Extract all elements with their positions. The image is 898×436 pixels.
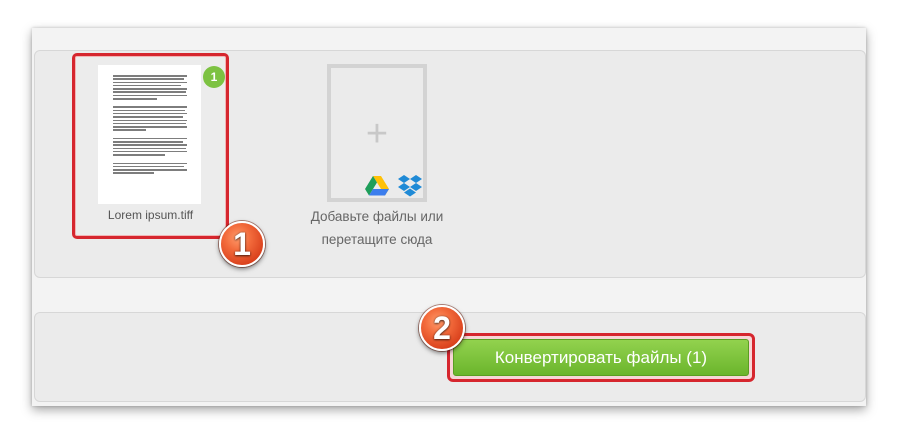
plus-icon: + — [365, 113, 389, 155]
add-files-hint-line2: перетащите сюда — [321, 232, 433, 247]
google-drive-icon[interactable] — [365, 176, 389, 196]
document-preview-icon — [113, 75, 187, 176]
add-files-tile[interactable]: + — [327, 64, 427, 202]
file-card[interactable]: 1 Lorem ipsum.tiff — [72, 53, 229, 239]
file-count-badge: 1 — [203, 66, 225, 88]
file-thumbnail — [98, 65, 201, 204]
add-files-hint: Добавьте файлы или перетащите сюда — [290, 205, 464, 251]
convert-button-highlight: Конвертировать файлы (1) — [447, 333, 755, 382]
file-name: Lorem ipsum.tiff — [107, 208, 194, 222]
step-marker-2: 2 — [419, 305, 465, 351]
dropbox-icon[interactable] — [398, 175, 422, 197]
convert-files-button[interactable]: Конвертировать файлы (1) — [453, 339, 749, 376]
step-marker-1: 1 — [219, 221, 265, 267]
add-files-hint-line1: Добавьте файлы или — [310, 209, 444, 224]
